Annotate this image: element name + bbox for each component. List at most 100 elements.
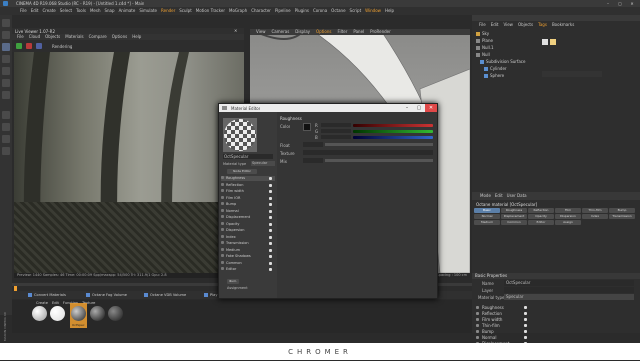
me-channel-check[interactable] bbox=[269, 183, 272, 187]
material-swatch-1[interactable] bbox=[32, 306, 47, 321]
maximize-icon[interactable]: ▢ bbox=[616, 1, 624, 6]
edges-mode-icon[interactable] bbox=[2, 79, 10, 87]
snap-icon[interactable] bbox=[2, 123, 10, 131]
attr-channel-bump[interactable]: Bump bbox=[476, 329, 536, 334]
attr-tab-normal[interactable]: Normal bbox=[474, 214, 500, 219]
play-icon[interactable] bbox=[16, 43, 22, 49]
timeline-btn-octane-vdb-volume[interactable]: Octane VDB Volume bbox=[144, 292, 186, 298]
polygons-mode-icon[interactable] bbox=[2, 91, 10, 99]
illumination-button[interactable]: Illum. bbox=[227, 279, 239, 284]
material-swatch-3[interactable] bbox=[71, 306, 86, 321]
me-channel-check[interactable] bbox=[269, 268, 272, 271]
material-swatch-4[interactable] bbox=[90, 306, 105, 321]
sky-material-tag[interactable] bbox=[542, 39, 548, 45]
menu-plugins[interactable]: Plugins bbox=[295, 7, 309, 15]
menu-help[interactable]: Help bbox=[385, 7, 394, 15]
attr-tab-bump[interactable]: Bump bbox=[609, 208, 635, 213]
tree-item-null[interactable]: Null bbox=[476, 52, 536, 58]
refresh-icon[interactable] bbox=[36, 43, 42, 49]
viewport-menu-view[interactable]: View bbox=[256, 29, 266, 35]
me-channel-transmission[interactable]: Transmission bbox=[221, 241, 275, 246]
viewport-menu-panel[interactable]: Panel bbox=[353, 29, 364, 35]
me-channel-check[interactable] bbox=[269, 177, 272, 180]
attr-menu-edit[interactable]: Edit bbox=[495, 193, 503, 199]
attr-tab-medium[interactable]: Medium bbox=[474, 220, 500, 225]
me-channel-opacity[interactable]: Opacity bbox=[221, 221, 275, 227]
tree-item-subdivision-surface[interactable]: Subdivision Surface bbox=[480, 59, 540, 65]
me-channel-film-ior[interactable]: Film IOR bbox=[221, 195, 275, 201]
menu-snap[interactable]: Snap bbox=[104, 7, 114, 15]
texture-field[interactable] bbox=[303, 150, 433, 155]
menu-select[interactable]: Select bbox=[60, 7, 72, 15]
live-selection-icon[interactable] bbox=[2, 31, 10, 39]
viewport-menu-options[interactable]: Options bbox=[316, 29, 331, 35]
attr-tab-thin-film[interactable]: Thin-film bbox=[582, 208, 608, 213]
color-swatch[interactable] bbox=[303, 123, 311, 131]
channel-enable-check[interactable] bbox=[524, 306, 527, 309]
channel-checkbox[interactable] bbox=[476, 336, 479, 339]
dialog-titlebar[interactable]: Material Editor – ▢ ✕ bbox=[219, 104, 437, 112]
attr-menu-mode[interactable]: Mode bbox=[480, 193, 491, 199]
minimize-icon[interactable]: – bbox=[604, 1, 612, 6]
om-menu-tags[interactable]: Tags bbox=[538, 22, 547, 28]
me-channel-bump[interactable]: Bump bbox=[221, 202, 275, 207]
channel-checkbox[interactable] bbox=[476, 312, 479, 315]
menu-tools[interactable]: Tools bbox=[76, 7, 86, 15]
attr-tab-film[interactable]: Film bbox=[555, 208, 581, 213]
b-field[interactable] bbox=[321, 135, 351, 139]
tree-item-null-1[interactable]: Null.1 bbox=[476, 45, 536, 51]
menu-animate[interactable]: Animate bbox=[119, 7, 136, 15]
menu-character[interactable]: Character bbox=[251, 7, 271, 15]
attr-channel-roughness[interactable]: Roughness bbox=[476, 305, 536, 310]
menu-create[interactable]: Create bbox=[42, 7, 55, 15]
viewport-menu-prorender[interactable]: ProRender bbox=[370, 29, 391, 35]
me-channel-check[interactable] bbox=[269, 242, 272, 245]
attr-material-type-select[interactable]: Specular bbox=[504, 294, 634, 300]
dialog-minimize-icon[interactable]: – bbox=[401, 104, 413, 112]
mix-field[interactable] bbox=[303, 158, 323, 163]
menu-file[interactable]: File bbox=[20, 7, 27, 15]
menu-render[interactable]: Render bbox=[161, 7, 175, 15]
attr-channel-reflection[interactable]: Reflection bbox=[476, 311, 536, 316]
me-channel-editor[interactable]: Editor bbox=[221, 267, 275, 272]
timeline-btn-convert-materials[interactable]: Convert Materials bbox=[28, 292, 66, 298]
close-icon[interactable]: ✕ bbox=[628, 1, 636, 6]
me-channel-check[interactable] bbox=[269, 248, 272, 252]
om-menu-edit[interactable]: Edit bbox=[491, 22, 499, 28]
channel-checkbox[interactable] bbox=[476, 330, 479, 333]
attr-tab-reflection[interactable]: Reflection bbox=[528, 208, 554, 213]
me-channel-check[interactable] bbox=[269, 261, 272, 265]
material-type-select[interactable]: Specular bbox=[251, 161, 275, 166]
dialog-close-icon[interactable]: ✕ bbox=[425, 104, 437, 112]
attr-tab-opacity[interactable]: Opacity bbox=[528, 214, 554, 219]
g-field[interactable] bbox=[321, 129, 351, 133]
channel-enable-check[interactable] bbox=[524, 324, 527, 327]
material-swatch-5[interactable] bbox=[108, 306, 123, 321]
viewport-menu-filter[interactable]: Filter bbox=[337, 29, 347, 35]
me-channel-check[interactable] bbox=[269, 235, 272, 239]
viewport-menu-display[interactable]: Display bbox=[295, 29, 310, 35]
me-channel-check[interactable] bbox=[269, 203, 272, 206]
attr-channel-thin-film[interactable]: Thin-film bbox=[476, 323, 536, 328]
attr-tab-editor[interactable]: Editor bbox=[528, 220, 554, 225]
channel-enable-check[interactable] bbox=[524, 336, 527, 339]
me-channel-fake-shadows[interactable]: Fake Shadows bbox=[221, 254, 275, 259]
workplane-icon[interactable] bbox=[2, 135, 10, 143]
tree-item-sphere[interactable]: Sphere bbox=[484, 73, 544, 79]
material-name-field[interactable]: OctSpecular bbox=[223, 154, 273, 159]
menu-corona[interactable]: Corona bbox=[313, 7, 327, 15]
attr-tab-displacement[interactable]: Displacement bbox=[501, 214, 527, 219]
texture-mode-icon[interactable] bbox=[2, 55, 10, 63]
me-channel-dispersion[interactable]: Dispersion bbox=[221, 228, 275, 233]
attr-tab-roughness[interactable]: Roughness bbox=[501, 208, 527, 213]
attr-channel-normal[interactable]: Normal bbox=[476, 335, 536, 340]
menu-mograph[interactable]: MoGraph bbox=[229, 7, 247, 15]
me-channel-index[interactable]: Index bbox=[221, 234, 275, 240]
attr-menu-user-data[interactable]: User Data bbox=[507, 193, 527, 199]
me-channel-check[interactable] bbox=[269, 190, 272, 193]
me-channel-roughness[interactable]: Roughness bbox=[221, 176, 275, 181]
attr-tab-index[interactable]: Index bbox=[582, 214, 608, 219]
r-field[interactable] bbox=[321, 123, 351, 127]
me-channel-check[interactable] bbox=[269, 229, 272, 232]
close-viewer-icon[interactable]: ✕ bbox=[234, 29, 242, 33]
